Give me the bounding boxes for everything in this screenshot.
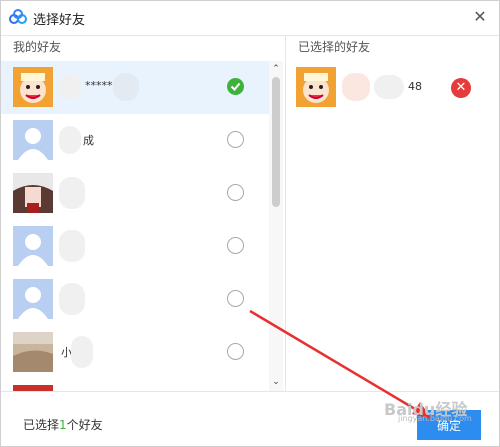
blurred-name [59,230,85,262]
avatar [13,226,53,266]
remove-icon[interactable]: ✕ [451,78,471,98]
select-radio[interactable] [227,131,244,148]
blurred-name [59,177,85,209]
close-icon[interactable]: ✕ [471,8,489,26]
confirm-button[interactable]: 确定 [417,410,481,440]
selected-friend-row: 48 ✕ [286,61,499,114]
my-friends-label: 我的好友 [13,40,62,54]
avatar [296,67,336,107]
selected-friends-label: 已选择的好友 [298,40,371,54]
friend-row[interactable]: ***** [1,61,269,114]
friend-row[interactable]: 成 [1,114,269,167]
blurred-name [113,73,139,101]
avatar [13,279,53,319]
my-friends-panel: 我的好友 ***** 成 小 ⌃ ⌄ [1,36,286,392]
dialog-footer: 已选择1个好友 确定 [1,391,499,446]
count-number: 1 [59,418,67,432]
avatar [13,173,53,213]
blurred-name [59,74,81,100]
cloud-logo-icon [9,8,27,28]
selected-friend-name: 48 [408,80,422,93]
scroll-up-icon[interactable]: ⌃ [269,63,283,75]
friend-row[interactable] [1,167,269,220]
friend-list: ***** 成 小 [1,61,269,392]
blurred-name [59,283,85,315]
selected-friends-panel: 已选择的好友 48 ✕ [286,36,499,392]
selected-count: 已选择1个好友 [23,416,103,433]
scrollbar-thumb[interactable] [272,77,280,207]
friend-row[interactable] [1,220,269,273]
avatar [13,67,53,107]
friend-name: ***** [85,79,113,92]
blurred-name [71,336,93,368]
check-icon[interactable] [227,78,244,95]
count-suffix: 个好友 [66,418,103,432]
friend-row[interactable] [1,273,269,326]
avatar [13,332,53,372]
chevron-down-icon[interactable]: ⌄ [269,376,283,388]
select-radio[interactable] [227,290,244,307]
select-radio[interactable] [227,237,244,254]
count-prefix: 已选择 [23,418,60,432]
avatar [13,120,53,160]
friend-row[interactable]: 小 [1,326,269,379]
dialog-title: 选择好友 [33,12,86,28]
select-radio[interactable] [227,343,244,360]
blurred-name [59,126,81,154]
dialog-body: 我的好友 ***** 成 小 ⌃ ⌄ 已选择的好友 48 ✕ [1,35,499,392]
select-friends-dialog: 选择好友 ✕ 我的好友 ***** 成 小 ⌃ ⌄ 已选择的好友 48 ✕ 已选… [0,0,500,447]
select-radio[interactable] [227,184,244,201]
dialog-titlebar: 选择好友 ✕ [1,1,499,35]
blurred-name [342,73,370,101]
friend-name: 成 [83,134,94,147]
blurred-name [374,75,404,99]
friend-list-scrollbar[interactable]: ⌃ ⌄ [269,61,283,392]
